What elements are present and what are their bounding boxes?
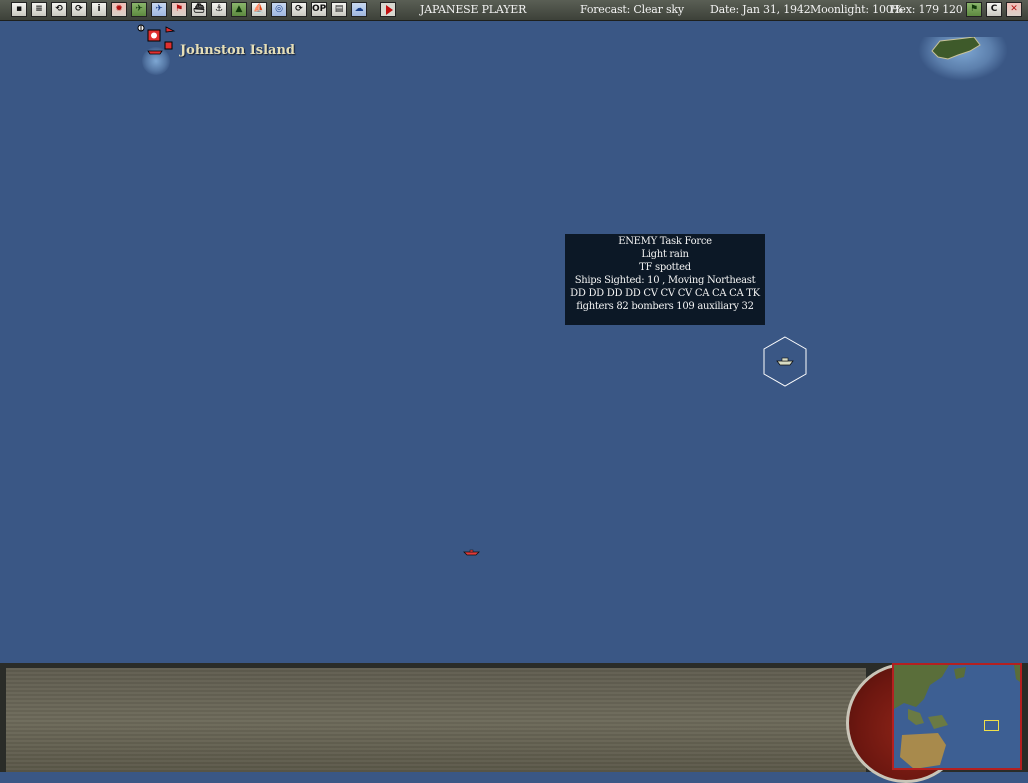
minimap[interactable] [892, 663, 1022, 770]
tooltip-status: TF spotted [639, 262, 691, 273]
save-icon[interactable]: ▪ [11, 2, 27, 17]
date-label: Date: Jan 31, 1942 [710, 3, 811, 16]
minimap-viewport-indicator[interactable] [984, 720, 999, 731]
aircraft-group-icon[interactable]: ✈ [151, 2, 167, 17]
weather-icon[interactable]: ☁ [351, 2, 367, 17]
report-icon[interactable]: ≡ [31, 2, 47, 17]
c-button-icon[interactable]: C [986, 2, 1002, 17]
forecast-label: Forecast: Clear sky [580, 3, 684, 16]
friendly-task-force-icon[interactable] [463, 547, 481, 557]
hex-selection-cursor[interactable] [763, 336, 807, 388]
aircraft-icon [165, 26, 176, 33]
tooltip-weather: Light rain [641, 249, 689, 260]
flag-marker-icon[interactable]: ⚑ [966, 2, 982, 17]
flag-icon[interactable]: ⚑ [171, 2, 187, 17]
route-icon[interactable]: ⚓ [211, 2, 227, 17]
tooltip-ship-types: DD DD DD DD CV CV CV CA CA CA TK [570, 288, 760, 299]
convoy-icon[interactable]: ⛵ [251, 2, 267, 17]
hex-coordinate-label: Hex: 179 120 [890, 3, 963, 16]
cycle-icon[interactable]: ⟲ [51, 2, 67, 17]
tooltip-ships: Ships Sighted: 10 , Moving Northeast [574, 275, 756, 286]
player-label: JAPANESE PLAYER [420, 3, 527, 16]
fortification-icon [164, 41, 173, 50]
database-icon[interactable]: ▤ [331, 2, 347, 17]
land-mass [918, 37, 1008, 81]
close-icon[interactable]: ✕ [1006, 2, 1022, 17]
ship-icon[interactable]: ⛴ [191, 2, 207, 17]
rising-sun-flag-icon[interactable]: ✹ [111, 2, 127, 17]
enemy-task-force-icon [776, 357, 794, 366]
base-icons[interactable] [136, 23, 178, 57]
port-ship-icon [147, 50, 163, 55]
info-icon[interactable]: i [91, 2, 107, 17]
island-label[interactable]: Johnston Island [180, 43, 295, 58]
bottom-panel [0, 663, 1028, 783]
top-toolbar: ▪ ≡ ⟲ ⟳ i ✹ ✈ ✈ ⚑ ⛴ ⚓ ▲ ⛵ ◎ ⟳ OP ▤ ☁ JAPANESE PLAYER Fore… [0, 0, 1028, 21]
aircraft-icon[interactable]: ✈ [131, 2, 147, 17]
info-panel [6, 668, 866, 772]
task-force-tooltip: ENEMY Task Force Light rain TF spotted S… [565, 234, 765, 325]
ocean-map[interactable]: Johnston Island ENEMY Task Force Light r… [0, 21, 1028, 663]
tooltip-title: ENEMY Task Force [618, 236, 712, 247]
moonlight-label: Moonlight: 100% [810, 3, 903, 16]
land-unit-icon[interactable]: ▲ [231, 2, 247, 17]
tooltip-aircraft: fighters 82 bombers 109 auxiliary 32 [576, 301, 754, 312]
refresh-icon[interactable]: ⟳ [291, 2, 307, 17]
play-turn-button[interactable] [380, 2, 396, 17]
globe-icon[interactable]: ◎ [271, 2, 287, 17]
cycle-icon[interactable]: ⟳ [71, 2, 87, 17]
operations-icon[interactable]: OP [311, 2, 327, 17]
